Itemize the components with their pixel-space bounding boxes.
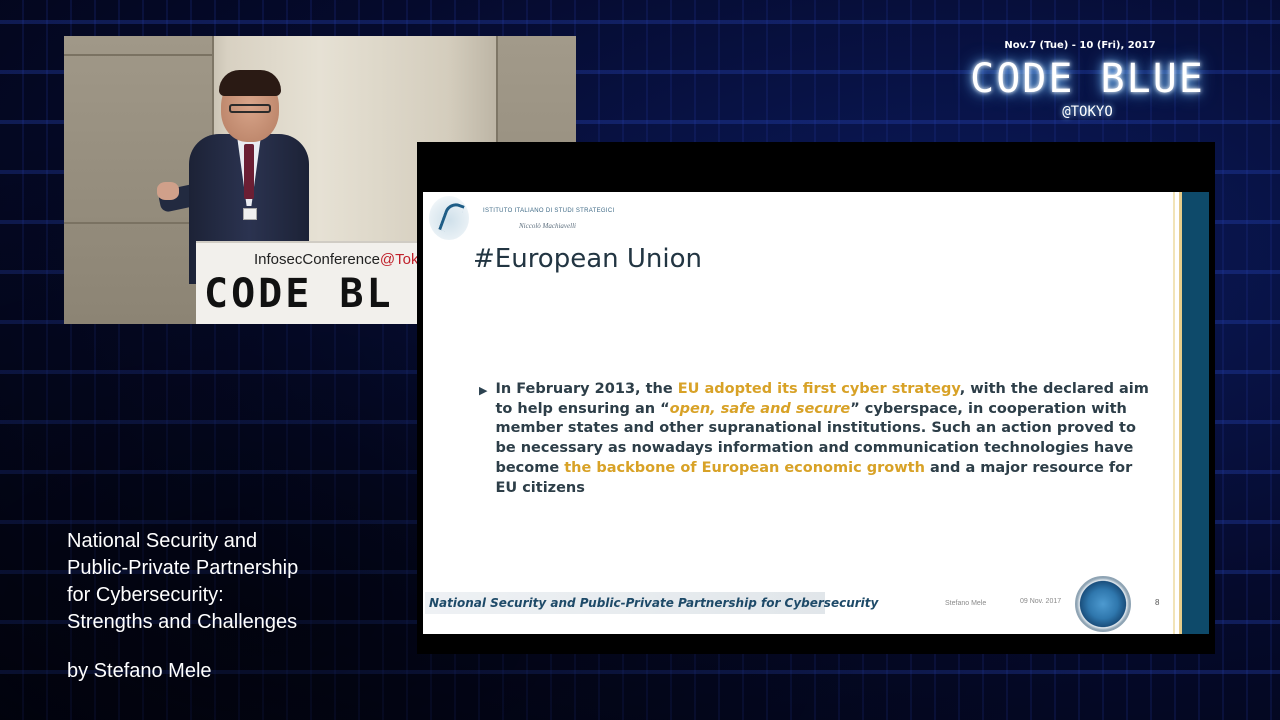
- slide-frame: ISTITUTO ITALIANO DI STUDI STRATEGICI Ni…: [417, 142, 1215, 654]
- presentation-slide: ISTITUTO ITALIANO DI STUDI STRATEGICI Ni…: [423, 192, 1209, 634]
- slide-footer-date: 09 Nov. 2017: [1020, 598, 1062, 605]
- talk-title: National Security and Public-Private Par…: [67, 528, 387, 636]
- talk-title-line: National Security and: [67, 530, 258, 552]
- talk-title-line: Public-Private Partnership: [67, 557, 299, 579]
- institute-logo-icon: [429, 196, 469, 240]
- podium-line-2: CODE BL: [204, 271, 394, 317]
- slide-rail-divider: [1173, 192, 1175, 634]
- bullet-text: In February 2013, the EU adopted its fir…: [495, 380, 1151, 498]
- institute-signature: Niccolò Machiavelli: [519, 222, 576, 230]
- podium-line-1-accent: @Tok: [379, 251, 419, 268]
- bullet-segment: In February 2013, the: [495, 381, 678, 397]
- slide-page-number: 8: [1155, 598, 1160, 607]
- triangle-bullet-icon: ▶: [479, 384, 488, 397]
- slide-bullet: ▶ In February 2013, the EU adopted its f…: [479, 380, 1151, 498]
- event-date: Nov.7 (Tue) - 10 (Fri), 2017: [1004, 40, 1156, 51]
- speaker-hair: [219, 70, 281, 96]
- slide-rail: [1179, 192, 1209, 634]
- slide-footer-author: Stefano Mele: [945, 600, 987, 607]
- speaker-glasses: [229, 104, 271, 113]
- globe-seal-icon: [1075, 576, 1131, 632]
- event-logo: CODE BLUE: [970, 56, 1205, 102]
- speaker-tie: [244, 144, 254, 199]
- video-frame: Nov.7 (Tue) - 10 (Fri), 2017 CODE BLUE @…: [0, 0, 1280, 720]
- bullet-highlight: EU adopted its first cyber strategy: [677, 381, 960, 397]
- talk-title-line: for Cybersecurity:: [67, 584, 224, 606]
- speaker-hand: [157, 182, 179, 200]
- slide-footer-title: National Security and Public-Private Par…: [429, 596, 879, 610]
- talk-title-line: Strengths and Challenges: [67, 611, 298, 633]
- talk-author: by Stefano Mele: [67, 660, 212, 682]
- event-location: @TOKYO: [1062, 104, 1113, 120]
- podium-line-1: InfosecConference@Tok: [254, 251, 419, 268]
- bullet-highlight: the backbone of European economic growth: [564, 459, 925, 476]
- institute-name: ISTITUTO ITALIANO DI STUDI STRATEGICI: [483, 208, 615, 214]
- slide-title: #European Union: [473, 244, 703, 274]
- speaker-badge: [243, 208, 257, 220]
- podium-line-1-text: InfosecConference: [254, 251, 380, 268]
- bullet-highlight-italic: open, safe and secure: [669, 400, 851, 417]
